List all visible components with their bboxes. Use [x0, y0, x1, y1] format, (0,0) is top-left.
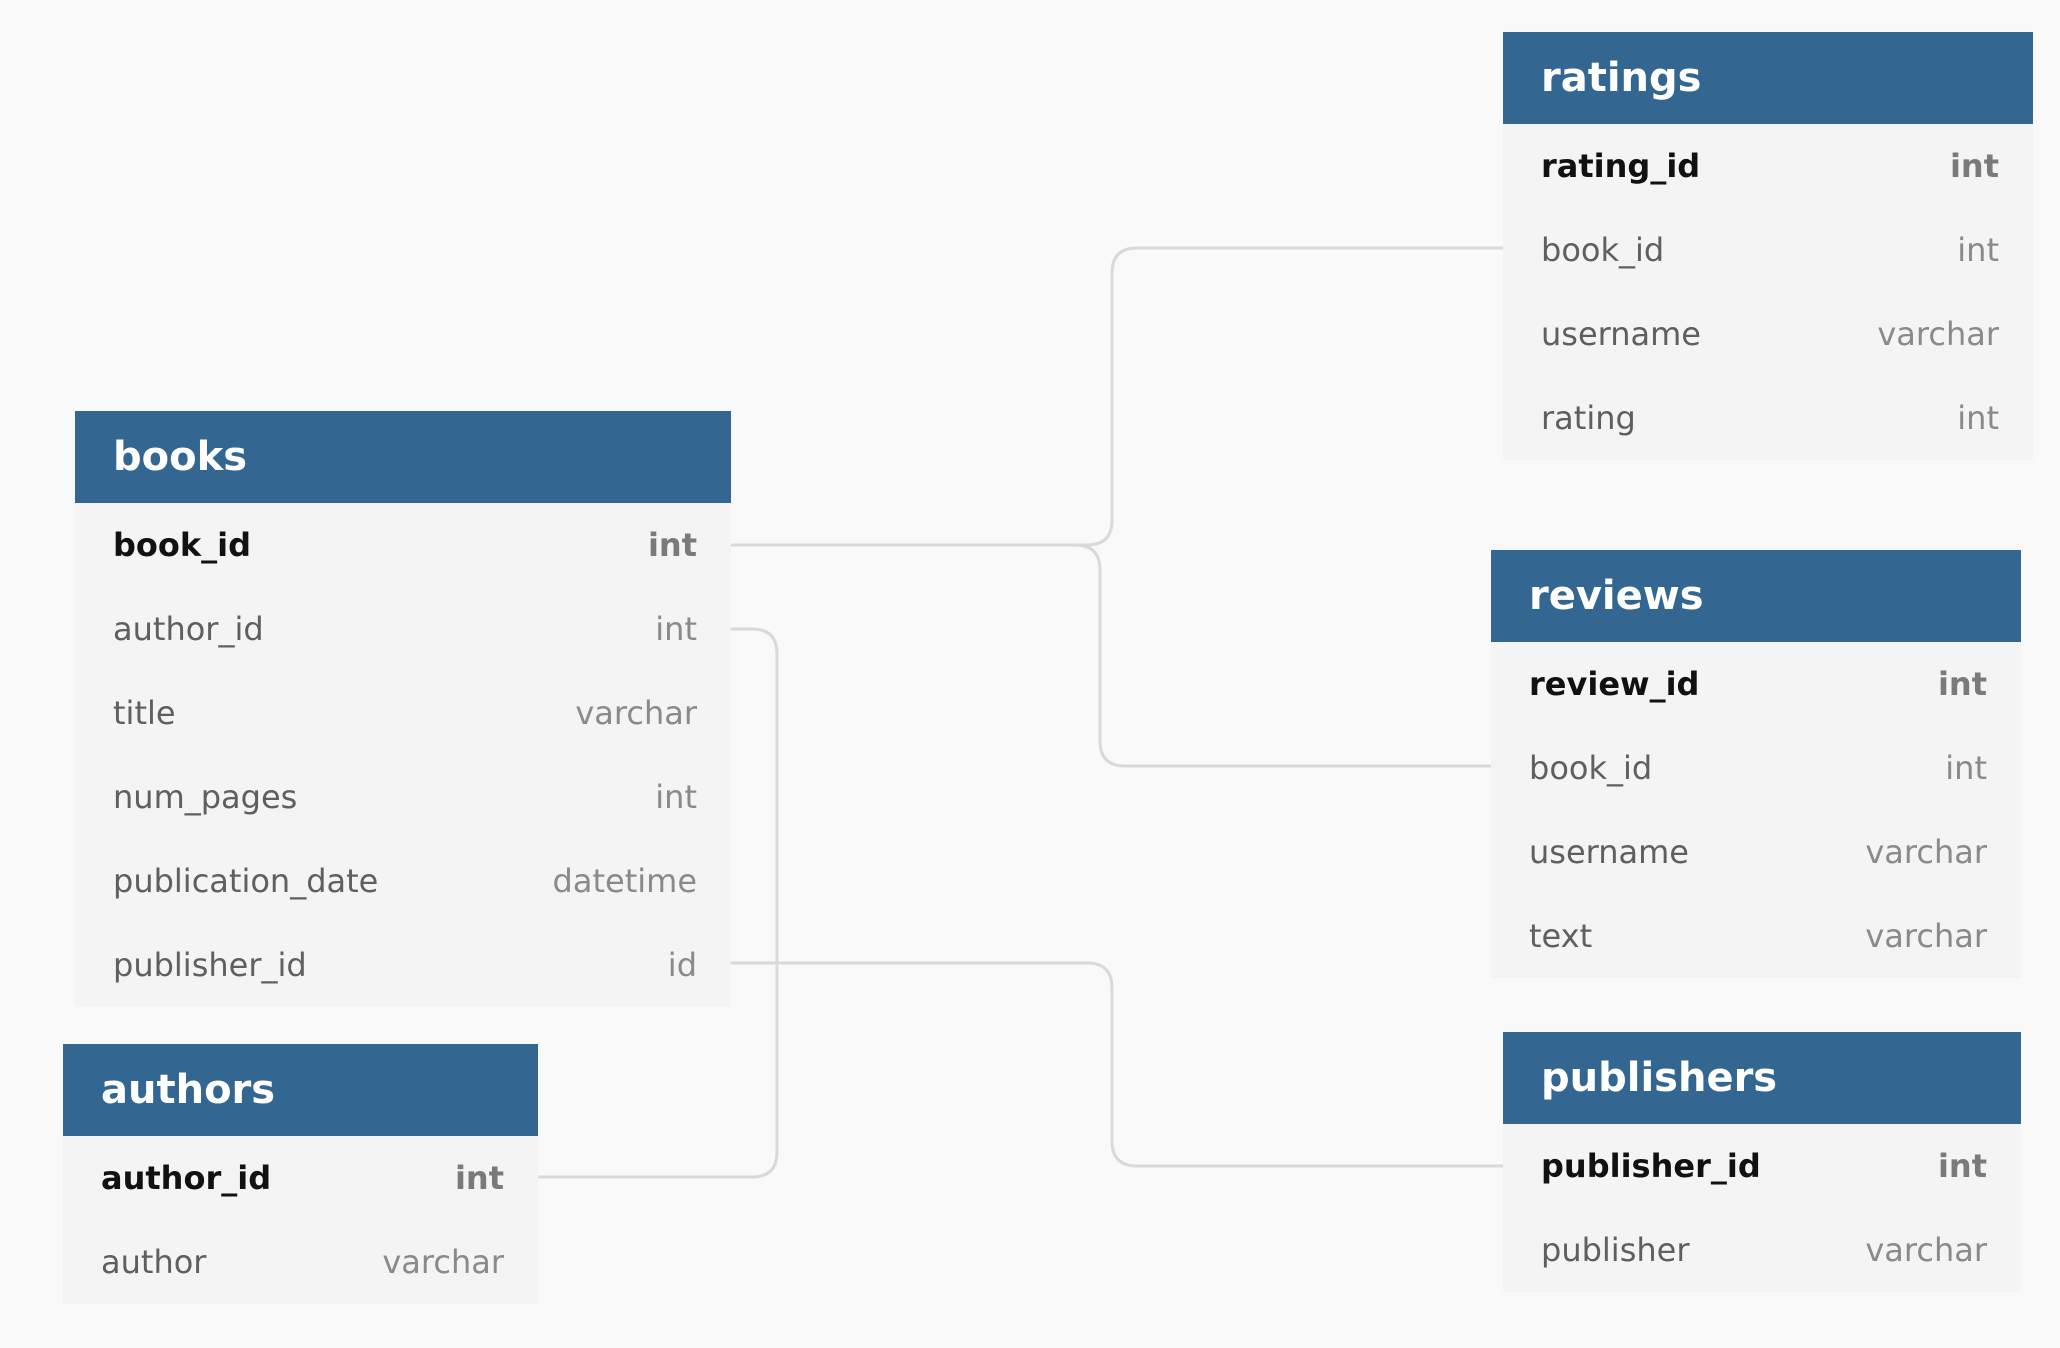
field-name: book_id [113, 526, 252, 564]
field-type: id [667, 946, 697, 984]
table-header-ratings: ratings [1503, 32, 2033, 124]
field-type: int [655, 778, 697, 816]
field-type: varchar [1865, 917, 1987, 955]
field-row-title[interactable]: title varchar [75, 671, 731, 755]
field-name: rating [1541, 399, 1636, 437]
table-ratings[interactable]: ratings rating_id int book_id int userna… [1503, 32, 2033, 460]
field-row-author-id[interactable]: author_id int [63, 1136, 538, 1220]
field-type: int [454, 1159, 504, 1197]
field-type: varchar [1865, 1231, 1987, 1269]
field-row-username[interactable]: username varchar [1491, 810, 2021, 894]
field-type: int [647, 526, 697, 564]
field-row-rating[interactable]: rating int [1503, 376, 2033, 460]
connector-books-ratings [731, 246, 1503, 547]
field-name: publisher [1541, 1231, 1690, 1269]
field-name: publisher_id [113, 946, 307, 984]
field-row-author[interactable]: author varchar [63, 1220, 538, 1304]
field-type: varchar [1877, 315, 1999, 353]
field-row-book-id[interactable]: book_id int [1491, 726, 2021, 810]
field-name: author [101, 1243, 207, 1281]
table-header-publishers: publishers [1503, 1032, 2021, 1124]
field-name: book_id [1529, 749, 1653, 787]
field-name: username [1529, 833, 1689, 871]
field-row-text[interactable]: text varchar [1491, 894, 2021, 978]
field-type: int [655, 610, 697, 648]
field-name: review_id [1529, 665, 1700, 703]
table-publishers[interactable]: publishers publisher_id int publisher va… [1503, 1032, 2021, 1292]
table-books[interactable]: books book_id int author_id int title va… [75, 411, 731, 1007]
field-row-book-id[interactable]: book_id int [1503, 208, 2033, 292]
table-header-authors: authors [63, 1044, 538, 1136]
field-type: varchar [1865, 833, 1987, 871]
field-type: int [1957, 399, 1999, 437]
field-row-publisher-id[interactable]: publisher_id int [1503, 1124, 2021, 1208]
field-type: int [1937, 665, 1987, 703]
field-name: publication_date [113, 862, 379, 900]
connector-books-reviews [731, 543, 1491, 768]
field-name: title [113, 694, 176, 732]
table-reviews[interactable]: reviews review_id int book_id int userna… [1491, 550, 2021, 978]
field-row-book-id[interactable]: book_id int [75, 503, 731, 587]
field-type: varchar [575, 694, 697, 732]
field-row-review-id[interactable]: review_id int [1491, 642, 2021, 726]
field-name: text [1529, 917, 1593, 955]
field-type: varchar [382, 1243, 504, 1281]
field-name: num_pages [113, 778, 298, 816]
field-name: publisher_id [1541, 1147, 1761, 1185]
field-row-author-id[interactable]: author_id int [75, 587, 731, 671]
field-name: rating_id [1541, 147, 1701, 185]
connector-books-publishers [731, 961, 1503, 1168]
field-row-rating-id[interactable]: rating_id int [1503, 124, 2033, 208]
field-row-num-pages[interactable]: num_pages int [75, 755, 731, 839]
field-row-publication-date[interactable]: publication_date datetime [75, 839, 731, 923]
field-row-username[interactable]: username varchar [1503, 292, 2033, 376]
field-type: int [1945, 749, 1987, 787]
field-type: int [1937, 1147, 1987, 1185]
field-type: datetime [552, 862, 697, 900]
field-type: int [1949, 147, 1999, 185]
field-row-publisher-id[interactable]: publisher_id id [75, 923, 731, 1007]
field-name: book_id [1541, 231, 1665, 269]
field-name: author_id [113, 610, 264, 648]
table-authors[interactable]: authors author_id int author varchar [63, 1044, 538, 1304]
field-row-publisher[interactable]: publisher varchar [1503, 1208, 2021, 1292]
field-name: username [1541, 315, 1701, 353]
field-type: int [1957, 231, 1999, 269]
field-name: author_id [101, 1159, 272, 1197]
table-header-books: books [75, 411, 731, 503]
table-header-reviews: reviews [1491, 550, 2021, 642]
